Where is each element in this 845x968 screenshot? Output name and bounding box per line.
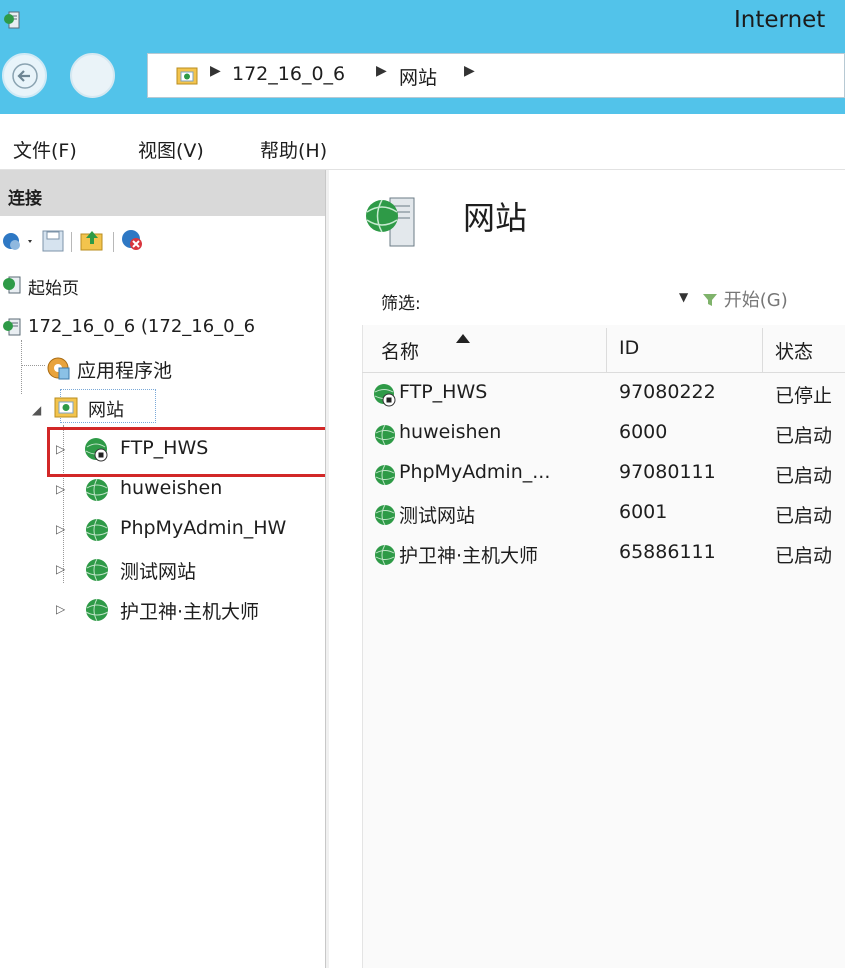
globe-icon [85,518,109,542]
app-pool-icon [47,357,70,380]
expand-arrow-icon[interactable]: ▷ [56,482,65,496]
sites-page-icon [366,197,415,247]
cell-name: huweishen [399,421,502,443]
filter-funnel-icon [703,294,717,306]
tree-label-site: PhpMyAdmin_HW [120,517,287,539]
breadcrumb-server[interactable]: 172_16_0_6 [232,63,345,85]
cell-status: 已启动 [775,545,833,567]
column-separator[interactable] [606,328,607,372]
up-folder-icon[interactable] [80,228,104,252]
table-row[interactable]: huweishen 6000 已启动 [362,417,845,451]
tree-label-sites: 网站 [88,400,124,421]
cell-name: FTP_HWS [399,381,488,403]
globe-icon [375,424,395,446]
breadcrumb-separator-icon: ▶ [210,63,221,79]
tree-item-site[interactable]: ▷ PhpMyAdmin_HW [56,513,316,545]
expand-arrow-icon[interactable]: ▷ [56,522,65,536]
cell-name: PhpMyAdmin_... [399,461,551,483]
cell-status: 已启动 [775,465,833,487]
cell-name: 测试网站 [399,505,476,527]
tree-item-start-page[interactable]: 起始页 [0,270,320,302]
tree-connector [21,365,45,367]
sites-folder-icon [54,397,78,418]
column-header-id[interactable]: ID [619,337,639,359]
address-bar[interactable]: ▶ 172_16_0_6 ▶ 网站 ▶ [147,53,845,98]
column-header-name[interactable]: 名称 [381,337,419,364]
back-arrow-icon [12,63,38,89]
tree-item-server[interactable]: 172_16_0_6 (172_16_0_6 [0,312,320,344]
start-page-icon [3,276,21,294]
filter-label: 筛选: [381,294,421,314]
tree-item-site[interactable]: ▷ huweishen [56,473,316,505]
tree-label-server: 172_16_0_6 (172_16_0_6 [28,316,256,337]
column-header-status[interactable]: 状态 [775,337,813,364]
forward-button[interactable] [70,53,115,98]
cell-status: 已启动 [775,425,833,447]
header-divider [362,372,845,373]
cell-id: 97080222 [619,381,716,403]
iis-app-icon [4,11,20,29]
back-button[interactable] [2,53,47,98]
menu-file[interactable]: 文件(F) [13,136,77,163]
tree-item-sites[interactable]: 网站 [54,392,314,424]
tree-item-site[interactable]: ▷ 测试网站 [56,553,316,585]
connections-title: 连接 [8,189,42,209]
table-row[interactable]: 护卫神·主机大师 65886111 已启动 [362,537,845,571]
cell-id: 6001 [619,501,668,523]
cell-id: 97080111 [619,461,716,483]
globe-icon [85,478,109,502]
tree-label-app-pools: 应用程序池 [77,360,173,382]
start-filter-label: 开始(G) [723,290,788,311]
sort-ascending-icon [456,334,470,343]
cell-status: 已启动 [775,505,833,527]
tree-item-site[interactable]: ▷ 护卫神·主机大师 [56,593,316,625]
globe-icon [375,504,395,526]
tree-connector [21,340,23,394]
toolbar-divider [113,232,114,252]
connections-header: 连接 [0,170,325,216]
cell-name: 护卫神·主机大师 [399,545,539,567]
window-title: Internet [734,7,826,33]
tree-label-start-page: 起始页 [28,279,79,299]
breadcrumb-separator-icon: ▶ [464,63,475,79]
globe-icon [85,558,109,582]
save-icon[interactable] [42,230,64,252]
server-icon [3,318,21,336]
connections-toolbar [0,218,325,260]
filter-input[interactable] [448,281,688,317]
tree-item-app-pools[interactable]: 应用程序池 [45,352,315,384]
menu-help[interactable]: 帮助(H) [260,136,327,163]
annotation-highlight-box [47,427,370,477]
disconnect-icon[interactable] [120,228,146,254]
connect-icon[interactable] [2,230,36,252]
globe-icon [375,464,395,486]
menu-view[interactable]: 视图(V) [138,136,204,163]
expand-arrow-icon[interactable]: ▷ [56,602,65,616]
filter-dropdown-icon[interactable]: ▼ [679,290,688,304]
tree-label-site: huweishen [120,477,223,499]
menu-bar: 文件(F) 视图(V) 帮助(H) [0,114,845,170]
table-row[interactable]: PhpMyAdmin_... 97080111 已启动 [362,457,845,491]
ftp-site-icon [374,384,396,407]
tree-label-site: 护卫神·主机大师 [120,601,260,623]
table-row[interactable]: FTP_HWS 97080222 已停止 [362,377,845,411]
breadcrumb-separator-icon: ▶ [376,63,387,79]
globe-icon [85,598,109,622]
expand-arrow-icon[interactable]: ▷ [56,562,65,576]
cell-status: 已停止 [775,385,833,407]
globe-icon [375,544,395,566]
breadcrumb-sites[interactable]: 网站 [399,63,437,90]
start-filter-button[interactable]: 开始(G) [702,286,788,312]
title-bar: Internet [0,0,845,40]
page-title: 网站 [463,199,528,237]
collapse-arrow-icon[interactable]: ◢ [32,403,41,417]
cell-id: 6000 [619,421,668,443]
navigation-bar: ▶ 172_16_0_6 ▶ 网站 ▶ [0,40,845,114]
sites-folder-icon [176,67,198,85]
tree-label-site: 测试网站 [120,561,197,583]
table-row[interactable]: 测试网站 6001 已启动 [362,497,845,531]
toolbar-divider [71,232,72,252]
column-separator[interactable] [762,328,763,372]
cell-id: 65886111 [619,541,716,563]
